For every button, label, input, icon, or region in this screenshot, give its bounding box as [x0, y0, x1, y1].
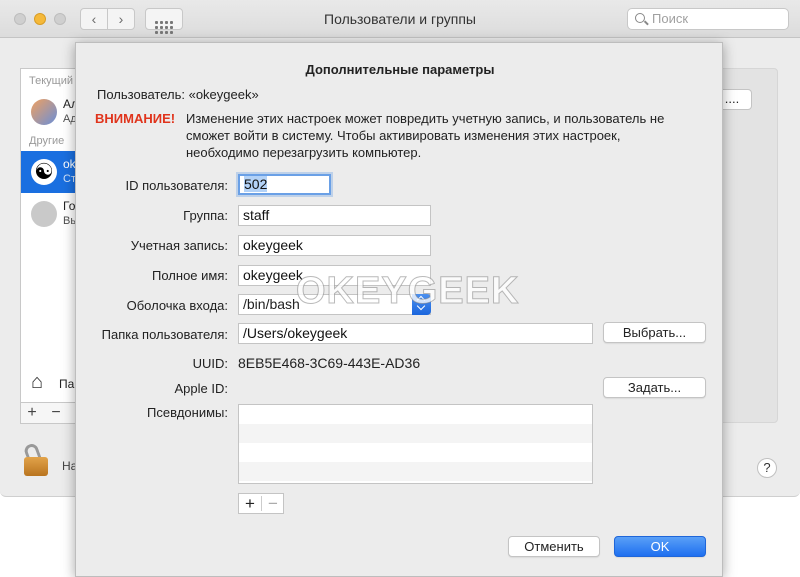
section-current: Текущий	[29, 75, 73, 87]
forward-button[interactable]: ›	[107, 8, 135, 30]
choose-button[interactable]: Выбрать...	[603, 322, 706, 343]
minimize-window-button[interactable]	[34, 13, 46, 25]
user-list: Текущий Ал Ад Другие ☯ ok Ст Го Вы ⌂ Па	[20, 68, 76, 423]
search-placeholder: Поиск	[652, 11, 689, 26]
guest-avatar-icon	[31, 201, 57, 227]
account-field[interactable]: okeygeek	[238, 235, 431, 256]
warning-title: ВНИМАНИЕ!	[95, 111, 176, 126]
lock-icon[interactable]	[22, 442, 48, 476]
list-item[interactable]	[239, 424, 592, 443]
remove-alias-button[interactable]: −	[262, 494, 284, 513]
warning-text: Изменение этих настроек может повредить …	[186, 111, 665, 160]
cancel-button[interactable]: Отменить	[508, 536, 600, 557]
home-folder-field[interactable]: /Users/okeygeek	[238, 323, 593, 344]
add-alias-button[interactable]: +	[239, 494, 261, 513]
user-row-okeygeek[interactable]: ☯ ok Ст	[21, 151, 76, 193]
list-item[interactable]	[239, 443, 592, 462]
home-folder-label: Папка пользователя:	[101, 327, 228, 342]
shell-value: /bin/bash	[243, 296, 300, 312]
user-id-label: ID пользователя:	[125, 178, 228, 193]
set-apple-id-button[interactable]: Задать...	[603, 377, 706, 398]
uuid-label: UUID:	[192, 356, 228, 371]
avatar	[31, 99, 57, 125]
user-id-field[interactable]: 502	[238, 174, 331, 195]
window-title: Пользователи и группы	[324, 11, 476, 27]
search-icon	[635, 13, 645, 23]
apple-id-label: Apple ID:	[174, 381, 228, 396]
zoom-window-button[interactable]	[54, 13, 66, 25]
user-name: Го	[63, 199, 76, 213]
list-item[interactable]	[239, 462, 592, 481]
aliases-list[interactable]	[238, 404, 593, 484]
user-row-admin[interactable]: Ал Ад	[21, 91, 75, 133]
ok-button[interactable]: OK	[614, 536, 706, 557]
help-button[interactable]: ?	[757, 458, 777, 478]
user-line: Пользователь: «okeygeek»	[97, 87, 259, 102]
titlebar: ‹ › Пользователи и группы Поиск	[0, 0, 800, 38]
aliases-label: Псевдонимы:	[147, 405, 228, 420]
remove-user-button[interactable]: −	[45, 404, 67, 422]
grid-icon	[155, 21, 173, 34]
watermark: OKEYGEEK	[295, 270, 520, 313]
shell-label: Оболочка входа:	[126, 298, 228, 313]
sheet-title: Дополнительные параметры	[305, 62, 495, 77]
show-all-button[interactable]	[145, 8, 183, 34]
back-button[interactable]: ‹	[80, 8, 108, 30]
yin-yang-avatar-icon: ☯	[31, 159, 57, 185]
list-item[interactable]	[239, 405, 592, 424]
fullname-label: Полное имя:	[152, 268, 228, 283]
alias-controls: + −	[238, 493, 284, 514]
group-label: Группа:	[183, 208, 228, 223]
user-list-controls: + −	[20, 402, 76, 424]
account-label: Учетная запись:	[130, 238, 228, 253]
group-field[interactable]: staff	[238, 205, 431, 226]
user-id-value: 502	[244, 176, 268, 192]
house-icon: ⌂	[31, 371, 44, 393]
close-window-button[interactable]	[14, 13, 26, 25]
user-row-guest[interactable]: Го Вы	[21, 193, 76, 235]
section-others: Другие	[29, 135, 65, 147]
search-input[interactable]: Поиск	[627, 8, 789, 30]
add-user-button[interactable]: +	[21, 404, 43, 422]
login-options-label[interactable]: Па	[59, 377, 74, 391]
user-name: ok	[63, 157, 76, 171]
uuid-value: 8EB5E468-3C69-443E-AD36	[238, 355, 421, 371]
